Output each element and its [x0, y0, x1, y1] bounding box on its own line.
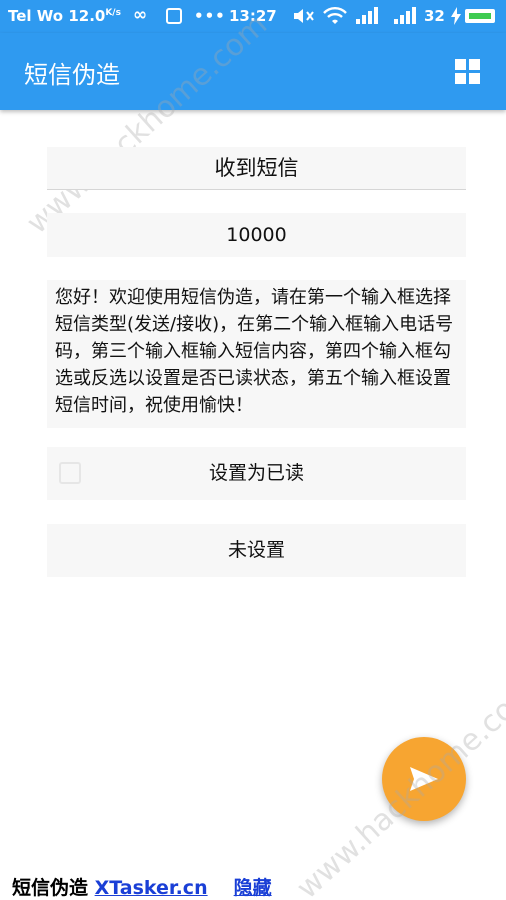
- phone-number-input[interactable]: 10000: [47, 213, 466, 257]
- notification-icon: [166, 8, 182, 24]
- signal-icon: [354, 7, 380, 29]
- carrier-text: Tel Wo 12.0K/s: [8, 7, 121, 25]
- signal-icon-2: [392, 7, 418, 29]
- message-content-input[interactable]: 您好！欢迎使用短信伪造，请在第一个输入框选择短信类型(发送/接收)，在第二个输入…: [47, 280, 466, 428]
- footer-app-name: 短信伪造: [12, 877, 95, 899]
- battery-percent: 32: [424, 7, 445, 25]
- status-bar: Tel Wo 12.0K/s ∞ ••• 13:27 32: [0, 0, 506, 33]
- charging-icon: [450, 7, 462, 29]
- hide-link[interactable]: 隐藏: [234, 877, 272, 899]
- sms-type-select[interactable]: 收到短信: [47, 147, 466, 190]
- app-bar: 短信伪造: [0, 33, 506, 110]
- read-label: 设置为已读: [208, 462, 304, 484]
- time-setting-button[interactable]: 未设置: [47, 524, 466, 577]
- more-dots-icon: •••: [194, 7, 226, 25]
- app-title: 短信伪造: [24, 61, 120, 89]
- mark-read-checkbox-row[interactable]: 设置为已读: [47, 447, 466, 500]
- grid-icon[interactable]: [455, 59, 481, 85]
- battery-icon: [465, 9, 495, 23]
- send-button[interactable]: [382, 737, 466, 821]
- wifi-icon: [323, 7, 347, 29]
- status-time: 13:27: [229, 7, 277, 25]
- send-icon: [410, 767, 438, 791]
- site-link[interactable]: XTasker.cn: [95, 877, 208, 899]
- footer: 短信伪造 XTasker.cn 隐藏: [12, 873, 272, 900]
- read-checkbox[interactable]: [59, 462, 81, 484]
- app-screen: Tel Wo 12.0K/s ∞ ••• 13:27 32 短信伪造 www.h…: [0, 0, 506, 900]
- infinity-icon: ∞: [133, 5, 148, 25]
- mute-icon: [293, 7, 315, 29]
